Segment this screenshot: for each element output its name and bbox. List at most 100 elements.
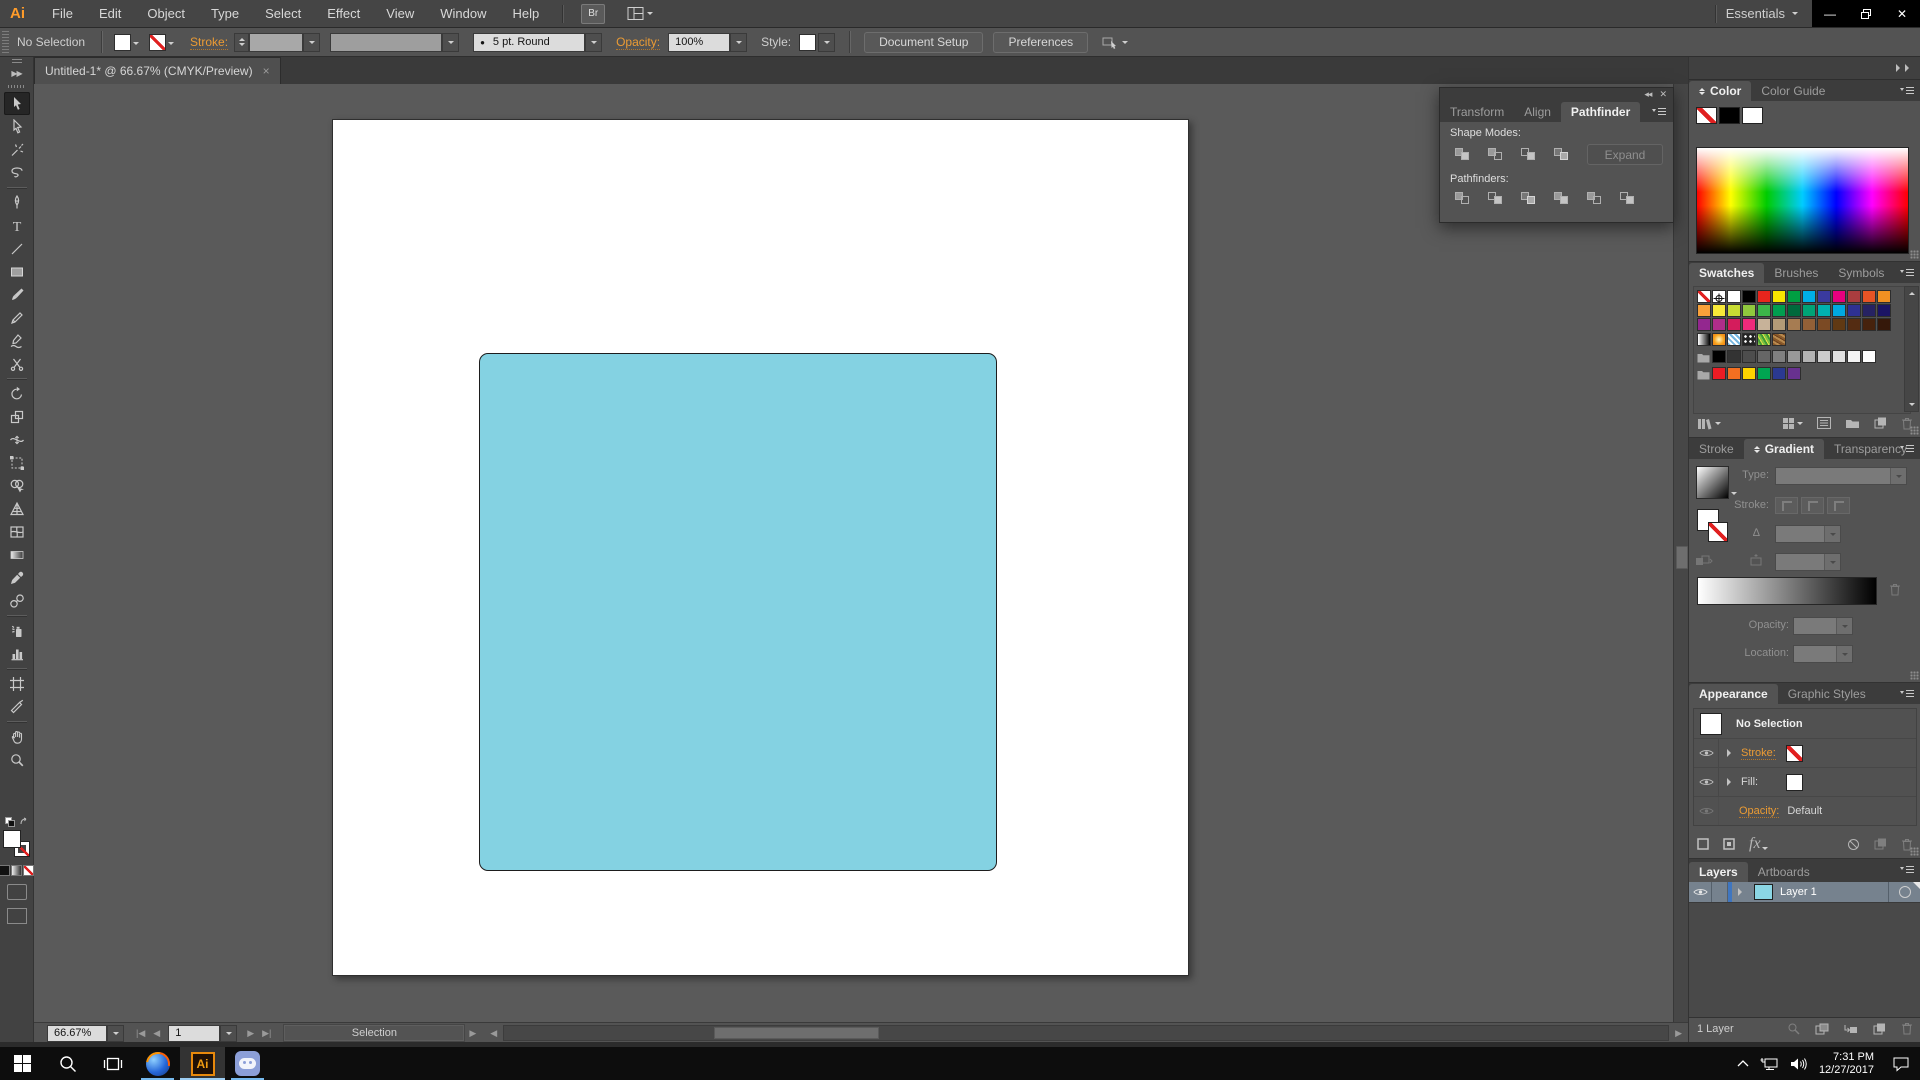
tab-appearance[interactable]: Appearance bbox=[1689, 684, 1778, 704]
swatch-libraries-button[interactable] bbox=[1697, 417, 1721, 430]
scroll-right-button[interactable]: ▶ bbox=[1671, 1028, 1686, 1039]
swatch[interactable] bbox=[1772, 318, 1786, 331]
swatch[interactable] bbox=[1787, 367, 1801, 380]
swatch[interactable] bbox=[1787, 304, 1801, 317]
preferences-button[interactable]: Preferences bbox=[993, 32, 1088, 53]
tab-brushes[interactable]: Brushes bbox=[1764, 263, 1828, 283]
first-artboard-button[interactable]: |◀ bbox=[132, 1028, 149, 1039]
tool-symbol-sprayer[interactable] bbox=[4, 619, 30, 642]
swatch[interactable] bbox=[1847, 290, 1861, 303]
document-setup-button[interactable]: Document Setup bbox=[864, 32, 983, 53]
workspace-switcher[interactable]: Essentials bbox=[1726, 6, 1798, 21]
trash-icon[interactable] bbox=[1901, 1022, 1913, 1035]
horizontal-scrollbar-thumb[interactable] bbox=[714, 1027, 879, 1039]
tool-rectangle[interactable] bbox=[4, 260, 30, 283]
tab-align[interactable]: Align bbox=[1514, 102, 1561, 122]
document-tab[interactable]: Untitled-1* @ 66.67% (CMYK/Preview) × bbox=[34, 57, 281, 84]
swatch[interactable] bbox=[1832, 304, 1846, 317]
restore-button[interactable] bbox=[1848, 0, 1884, 27]
swatch[interactable] bbox=[1697, 318, 1711, 331]
tool-artboard[interactable] bbox=[4, 672, 30, 695]
toolbar-expand-icon[interactable]: ▶▶ bbox=[11, 69, 21, 78]
swatch[interactable] bbox=[1817, 350, 1831, 363]
prev-artboard-button[interactable]: ◀ bbox=[149, 1028, 164, 1039]
swatch[interactable] bbox=[1787, 290, 1801, 303]
brush-definition-field[interactable]: ● 5 pt. Round bbox=[473, 33, 585, 52]
unite-button[interactable] bbox=[1450, 146, 1474, 163]
gradient-preset-dropdown-icon[interactable] bbox=[1731, 492, 1737, 498]
taskbar-clock[interactable]: 7:31 PM 12/27/2017 bbox=[1819, 1051, 1874, 1077]
swatch[interactable] bbox=[1862, 318, 1876, 331]
outline-button[interactable] bbox=[1582, 190, 1606, 207]
default-fill-stroke-icon[interactable] bbox=[5, 817, 15, 827]
tool-lasso[interactable] bbox=[4, 161, 30, 184]
tool-perspective-grid[interactable] bbox=[4, 497, 30, 520]
swatch[interactable] bbox=[1877, 304, 1891, 317]
swatch-gradient-radial[interactable] bbox=[1712, 333, 1726, 346]
tool-line-segment[interactable] bbox=[4, 237, 30, 260]
tab-graphic-styles[interactable]: Graphic Styles bbox=[1778, 684, 1876, 704]
network-icon[interactable] bbox=[1760, 1056, 1780, 1071]
menu-file[interactable]: File bbox=[39, 6, 86, 21]
swatch[interactable] bbox=[1742, 290, 1756, 303]
fill-proxy[interactable] bbox=[3, 830, 21, 848]
swatch[interactable] bbox=[1697, 304, 1711, 317]
swap-fill-stroke-icon[interactable] bbox=[19, 817, 29, 827]
menu-type[interactable]: Type bbox=[198, 6, 252, 21]
tab-artboards[interactable]: Artboards bbox=[1748, 862, 1820, 882]
swatch[interactable] bbox=[1757, 318, 1771, 331]
expand-button[interactable]: Expand bbox=[1587, 144, 1663, 165]
trim-button[interactable] bbox=[1483, 190, 1507, 207]
swatch[interactable] bbox=[1787, 350, 1801, 363]
tool-mesh[interactable] bbox=[4, 520, 30, 543]
swatch[interactable] bbox=[1772, 350, 1786, 363]
swatch-registration[interactable] bbox=[1712, 290, 1726, 303]
swatch[interactable] bbox=[1727, 304, 1741, 317]
tab-layers[interactable]: Layers bbox=[1689, 862, 1748, 882]
toolbar-drag-handle[interactable] bbox=[8, 85, 26, 88]
tool-free-transform[interactable] bbox=[4, 451, 30, 474]
layer-visibility-toggle[interactable] bbox=[1689, 882, 1712, 902]
layer-thumbnail[interactable] bbox=[1754, 884, 1773, 900]
layers-empty-area[interactable] bbox=[1689, 903, 1920, 1018]
swatch[interactable] bbox=[1727, 350, 1741, 363]
swatch[interactable] bbox=[1757, 367, 1771, 380]
swatch[interactable] bbox=[1832, 350, 1846, 363]
swatch[interactable] bbox=[1712, 318, 1726, 331]
fill-color-swatch[interactable] bbox=[114, 34, 131, 51]
align-options-button[interactable] bbox=[1102, 35, 1128, 49]
stroke-weight-dropdown[interactable] bbox=[303, 33, 320, 52]
screen-mode-button[interactable] bbox=[7, 908, 27, 924]
swatch[interactable] bbox=[1877, 290, 1891, 303]
scroll-left-button[interactable]: ◀ bbox=[486, 1028, 501, 1039]
taskbar-illustrator-button[interactable]: Ai bbox=[180, 1047, 225, 1080]
appearance-row-selection[interactable]: No Selection bbox=[1694, 709, 1916, 739]
taskbar-discord-button[interactable] bbox=[225, 1047, 270, 1080]
taskbar-search-button[interactable] bbox=[45, 1047, 90, 1080]
zoom-dropdown[interactable] bbox=[107, 1025, 124, 1042]
gradient-opacity-dropdown[interactable] bbox=[1793, 617, 1853, 635]
taskbar-firefox-button[interactable] bbox=[135, 1047, 180, 1080]
layer-name[interactable]: Layer 1 bbox=[1780, 886, 1817, 898]
fill-stroke-proxy[interactable] bbox=[3, 830, 30, 857]
swatch[interactable] bbox=[1817, 290, 1831, 303]
horizontal-scrollbar[interactable] bbox=[503, 1025, 1669, 1041]
swatch[interactable] bbox=[1742, 350, 1756, 363]
panel-menu-icon[interactable] bbox=[1899, 688, 1915, 702]
gradient-button[interactable] bbox=[11, 865, 22, 876]
tool-shaper[interactable] bbox=[4, 329, 30, 352]
tool-eyedropper[interactable] bbox=[4, 566, 30, 589]
swatch[interactable] bbox=[1862, 350, 1876, 363]
expand-row-icon[interactable] bbox=[1727, 749, 1735, 757]
tool-magic-wand[interactable] bbox=[4, 138, 30, 161]
tool-width[interactable] bbox=[4, 428, 30, 451]
appearance-row-opacity[interactable]: Opacity: Default bbox=[1694, 797, 1916, 825]
exclude-button[interactable] bbox=[1549, 146, 1573, 163]
close-tab-icon[interactable]: × bbox=[263, 64, 270, 78]
swatches-scrollbar[interactable] bbox=[1904, 286, 1919, 412]
visibility-toggle[interactable] bbox=[1694, 768, 1719, 796]
swatch[interactable] bbox=[1742, 304, 1756, 317]
panel-grip[interactable] bbox=[12, 59, 22, 63]
swatch[interactable] bbox=[1862, 290, 1876, 303]
duplicate-item-icon[interactable] bbox=[1874, 838, 1887, 850]
